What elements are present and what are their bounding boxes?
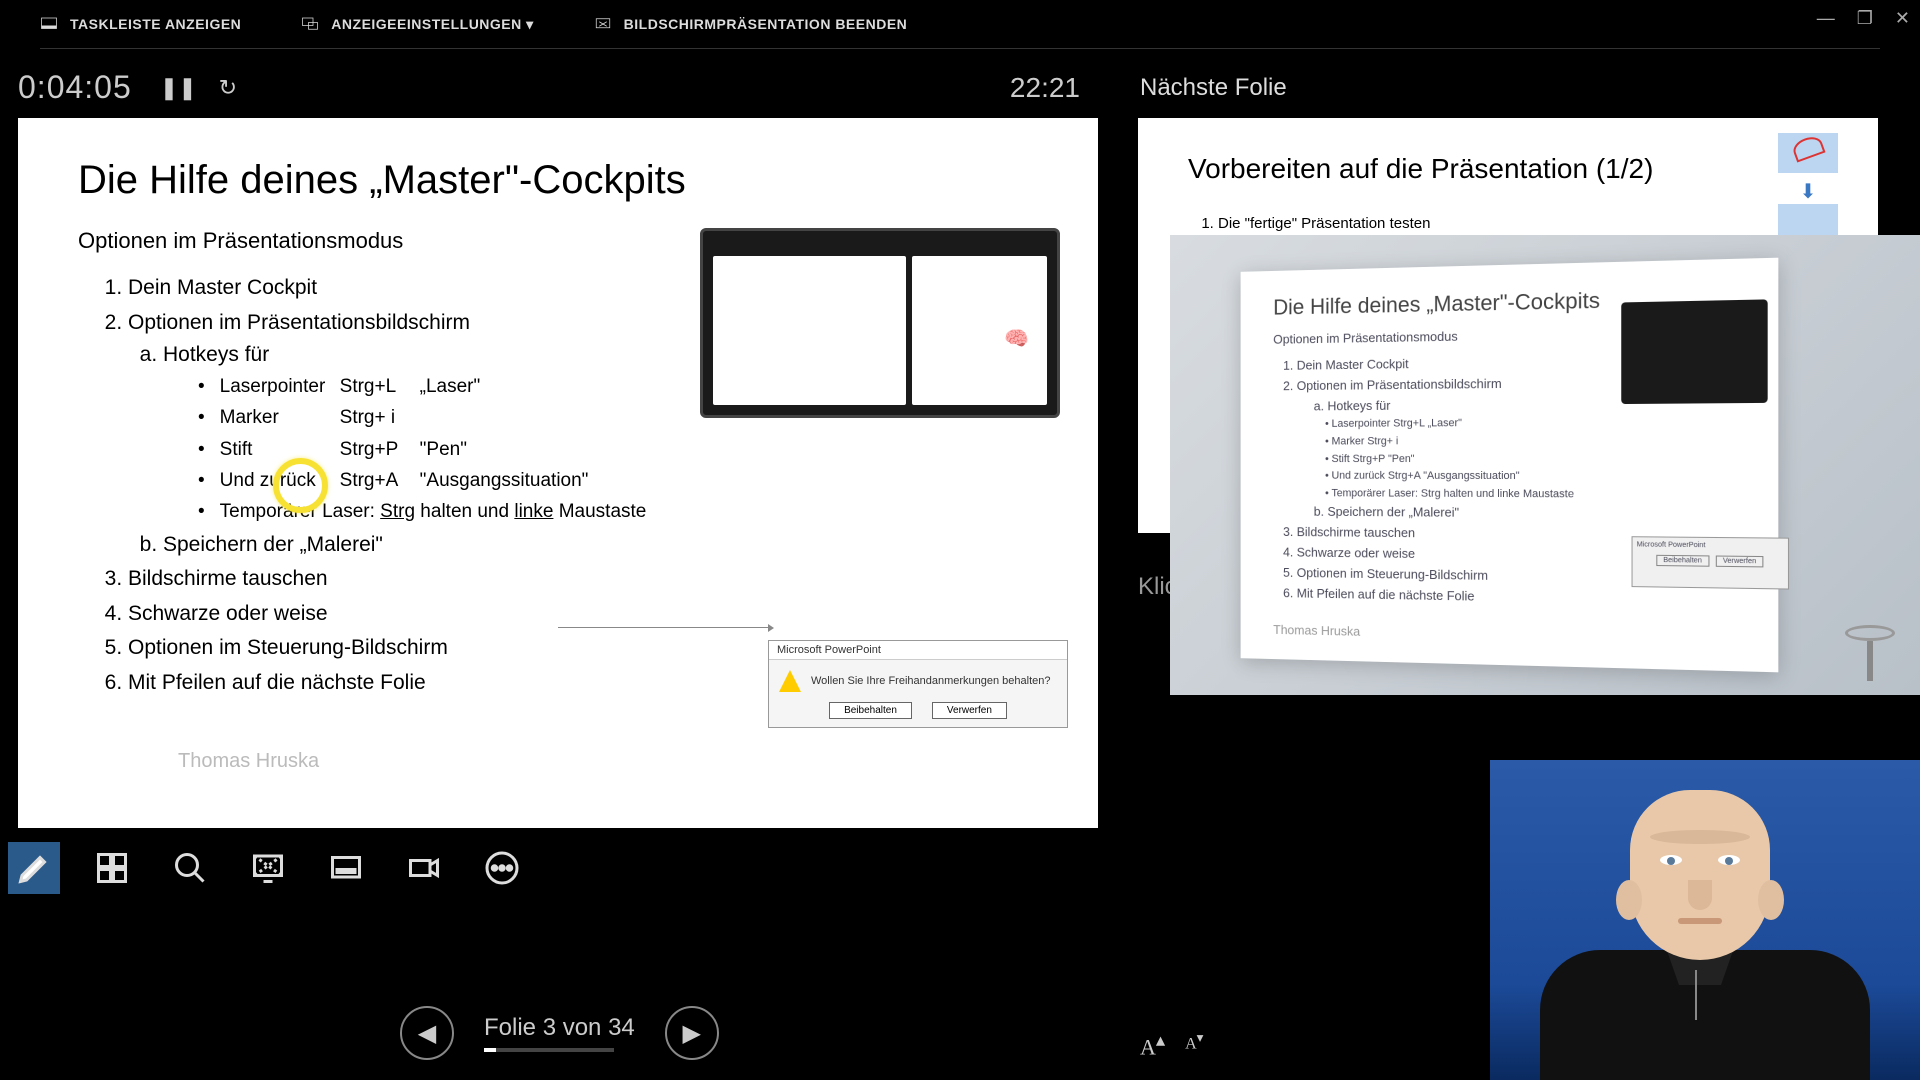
slide-item-2b: Speichern der „Malerei" [163, 529, 1038, 562]
see-all-slides-button[interactable] [86, 842, 138, 894]
end-slideshow-button[interactable]: BILDSCHIRMPRÄSENTATION BEENDEN [594, 15, 908, 33]
font-decrease-button[interactable]: A▾ [1185, 1030, 1203, 1060]
slide-counter: Folie 3 von 34 [484, 1014, 635, 1042]
photo-dialog-mock: Microsoft PowerPoint Beibehalten Verwerf… [1632, 536, 1790, 589]
font-increase-button[interactable]: A▴ [1140, 1030, 1165, 1060]
callout-line [558, 627, 768, 628]
laser-highlight-icon [273, 458, 328, 513]
dialog-discard-button: Verwerfen [932, 702, 1007, 719]
black-screen-button[interactable] [242, 842, 294, 894]
slide-item-3: Bildschirme tauschen [128, 563, 1038, 596]
photo-monitor-mock [1621, 299, 1767, 404]
camera-button[interactable] [398, 842, 450, 894]
photo-author: Thomas Hruska [1273, 623, 1741, 648]
brain-icon: 🧠 [1004, 326, 1029, 351]
taskbar-icon [40, 15, 58, 33]
current-time: 22:21 [1010, 72, 1080, 104]
slide-progress [484, 1048, 614, 1052]
subtitle-button[interactable] [320, 842, 372, 894]
timer-row: 0:04:05 ❚❚ ↻ 22:21 Nächste Folie [0, 49, 1920, 118]
restore-icon[interactable]: ❐ [1857, 8, 1873, 29]
window-controls: — ❐ ✕ [1817, 8, 1910, 29]
dialog-keep-button: Beibehalten [829, 702, 912, 719]
next-slide-shapes: ⬇ [1778, 133, 1838, 250]
close-icon[interactable]: ✕ [1895, 8, 1910, 29]
zoom-button[interactable] [164, 842, 216, 894]
minimize-icon[interactable]: — [1817, 8, 1835, 29]
more-options-button[interactable] [476, 842, 528, 894]
slide-title: Die Hilfe deines „Master"-Cockpits [78, 158, 1038, 203]
elapsed-time: 0:04:05 [18, 69, 132, 106]
dialog-mock: Microsoft PowerPoint Wollen Sie Ihre Fre… [768, 640, 1068, 728]
next-slide-header: Nächste Folie [1140, 74, 1880, 102]
display-settings-icon [301, 15, 319, 33]
end-slideshow-label: BILDSCHIRMPRÄSENTATION BEENDEN [624, 16, 908, 32]
show-taskbar-button[interactable]: TASKLEISTE ANZEIGEN [40, 15, 241, 33]
hotkey-temp-laser: Temporärer Laser: Strg halten und linke … [198, 497, 1038, 526]
slide-navigation: ◀ Folie 3 von 34 ▶ [400, 1006, 719, 1060]
arrow-down-icon: ⬇ [1778, 179, 1838, 204]
display-settings-button[interactable]: ANZEIGEEINSTELLUNGEN ▾ [301, 15, 533, 33]
reset-timer-button[interactable]: ↻ [219, 75, 237, 101]
show-taskbar-label: TASKLEISTE ANZEIGEN [70, 16, 241, 32]
dialog-message: Wollen Sie Ihre Freihandanmerkungen beha… [811, 675, 1051, 687]
warning-icon [779, 670, 801, 692]
prev-slide-button[interactable]: ◀ [400, 1006, 454, 1060]
slide-author: Thomas Hruska [178, 750, 1038, 773]
display-settings-label: ANZEIGEEINSTELLUNGEN ▾ [331, 16, 533, 33]
end-slideshow-icon [594, 15, 612, 33]
audience-monitor-photo: Die Hilfe deines „Master"-Cockpits Optio… [1170, 235, 1920, 695]
slide-screenshot-mock: 🧠 [700, 228, 1060, 478]
slide-item-4: Schwarze oder weise [128, 598, 1038, 631]
pause-button[interactable]: ❚❚ [160, 75, 197, 101]
mic-stand-icon [1840, 625, 1900, 685]
dialog-title: Microsoft PowerPoint [769, 641, 1067, 660]
next-slide-button[interactable]: ▶ [665, 1006, 719, 1060]
next-slide-line1: Die "fertige" Präsentation testen [1218, 215, 1828, 232]
notes-font-controls: A▴ A▾ [1140, 1030, 1203, 1060]
menubar: TASKLEISTE ANZEIGEN ANZEIGEEINSTELLUNGEN… [0, 0, 1920, 48]
presenter-webcam [1490, 760, 1920, 1080]
next-slide-title: Vorbereiten auf die Präsentation (1/2) [1188, 153, 1828, 185]
pen-tool-button[interactable] [8, 842, 60, 894]
presenter-toolbar [4, 830, 532, 906]
current-slide-view[interactable]: Die Hilfe deines „Master"-Cockpits Optio… [18, 118, 1098, 828]
